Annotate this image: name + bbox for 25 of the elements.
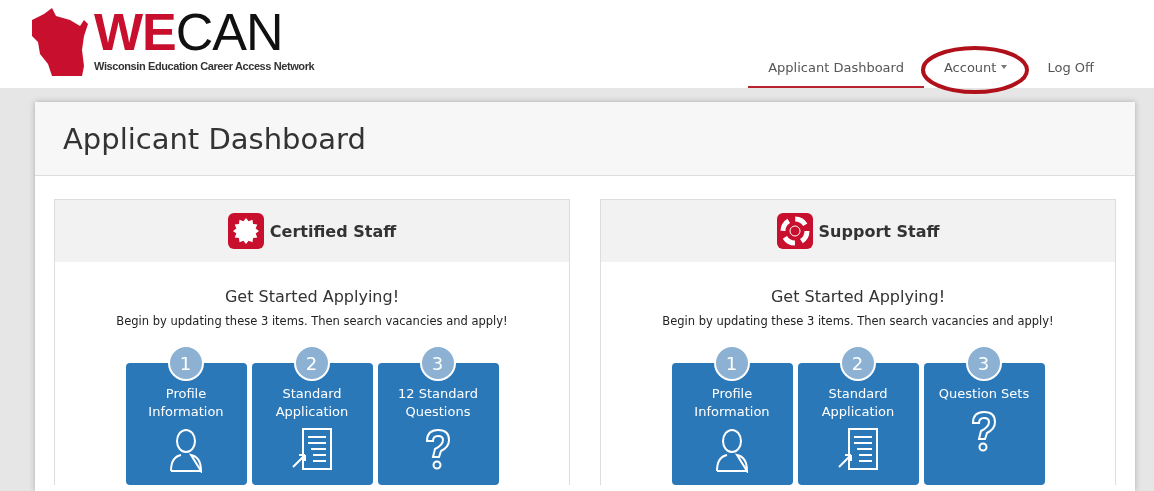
card-heading: Get Started Applying! <box>770 287 946 306</box>
card-intro: Begin by updating these 3 items. Then search vacancies and apply! <box>662 314 1054 328</box>
page-title: Applicant Dashboard <box>63 121 366 156</box>
step-label: Profile Information <box>147 385 225 421</box>
logo-tagline: Wisconsin Education Career Access Network <box>94 60 315 72</box>
step-label: Question Sets <box>938 385 1030 403</box>
card-heading: Get Started Applying! <box>224 287 400 306</box>
step-number: 1 <box>713 345 750 381</box>
wecan-logo-text: WECAN <box>94 6 284 58</box>
badge-icon <box>227 213 264 249</box>
step-number: 2 <box>839 345 876 381</box>
step-number: 2 <box>293 345 330 381</box>
card-title: Support Staff <box>818 221 940 241</box>
step-label: 12 Standard Questions <box>397 385 479 421</box>
card-title: Certified Staff <box>269 221 397 241</box>
lifebuoy-icon <box>776 213 813 249</box>
step-label: Standard Application <box>274 385 350 421</box>
nav-link[interactable]: Log Off <box>1027 56 1114 88</box>
step-label: Standard Application <box>820 385 896 421</box>
card-intro: Begin by updating these 3 items. Then search vacancies and apply! <box>116 314 508 328</box>
step-number: 3 <box>965 345 1002 381</box>
step-label: Profile Information <box>693 385 771 421</box>
step-number: 1 <box>167 345 204 381</box>
nav-link[interactable]: Applicant Dashboard <box>748 56 924 88</box>
step-number: 3 <box>419 345 456 381</box>
